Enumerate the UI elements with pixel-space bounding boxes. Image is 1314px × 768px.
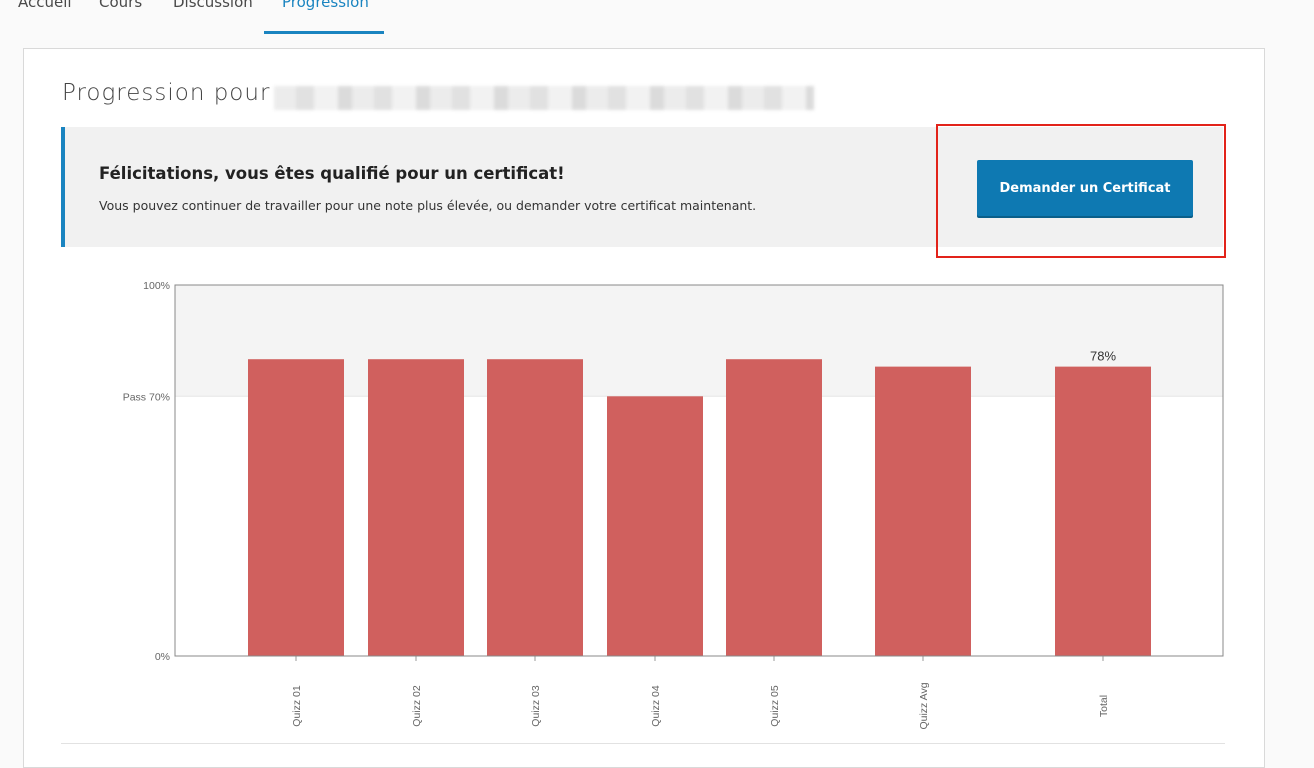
x-tick-label: Quizz 03 (530, 685, 542, 727)
x-tick-label: Quizz Avg (918, 682, 930, 729)
bar (487, 359, 583, 656)
bar (1055, 366, 1151, 656)
bar (368, 359, 464, 656)
y-tick-label: Pass 70% (123, 391, 170, 403)
divider (61, 743, 1225, 744)
x-tick-label: Total (1098, 695, 1110, 717)
y-tick-label: 0% (155, 651, 170, 663)
x-tick-label: Quizz 04 (650, 685, 662, 727)
x-tick-label: Quizz 05 (769, 685, 781, 727)
data-label: 78% (1090, 349, 1116, 364)
bar (607, 396, 703, 656)
x-tick-label: Quizz 01 (291, 685, 303, 727)
bar (726, 359, 822, 656)
x-tick-label: Quizz 02 (411, 685, 423, 727)
y-tick-label: 100% (143, 280, 170, 292)
bar (248, 359, 344, 656)
grade-chart: Quizz 01 Quizz 02 Quizz 03 Quizz 04 Quizz 05… (123, 280, 1224, 730)
bar (875, 366, 971, 656)
